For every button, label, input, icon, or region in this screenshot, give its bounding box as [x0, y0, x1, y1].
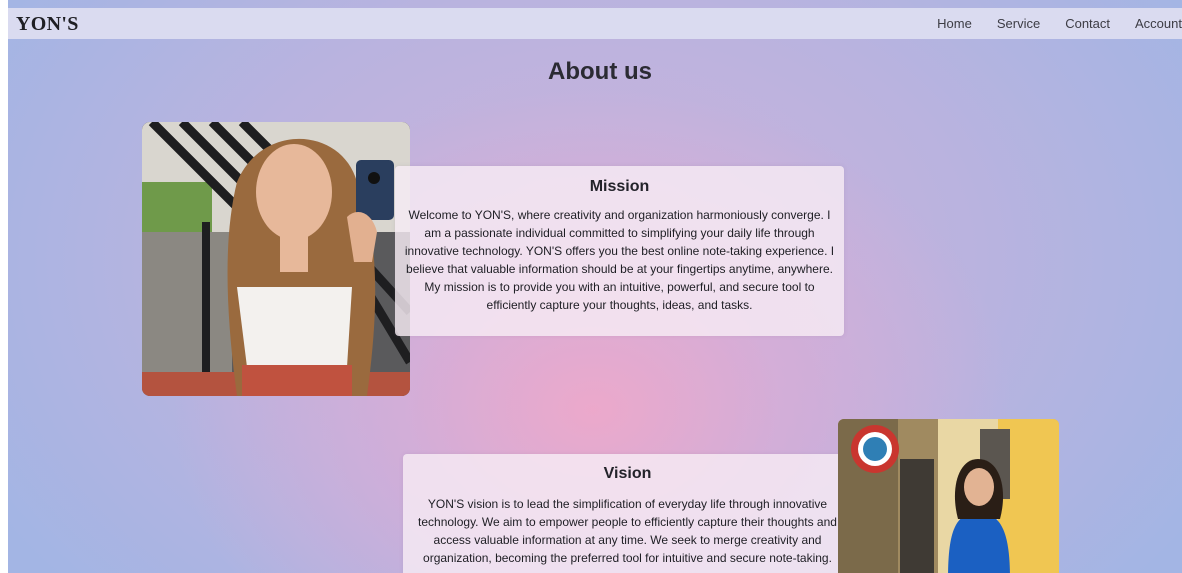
mission-photo-illustration — [142, 122, 410, 396]
navbar: YON'S Home Service Contact Account — [8, 8, 1182, 39]
page-title: About us — [548, 58, 652, 85]
brand-logo[interactable]: YON'S — [16, 13, 79, 36]
nav-link-contact[interactable]: Contact — [1065, 16, 1110, 31]
nav-link-account[interactable]: Account — [1135, 16, 1182, 31]
vision-photo — [838, 419, 1059, 573]
vision-photo-illustration — [838, 419, 1059, 573]
mission-photo — [142, 122, 410, 396]
mission-text: Welcome to YON'S, where creativity and o… — [404, 208, 835, 312]
nav-links: Home Service Contact Account — [912, 8, 1182, 39]
mission-title: Mission — [589, 178, 650, 195]
vision-card: Vision YON'S vision is to lead the simpl… — [403, 454, 852, 573]
nav-link-home[interactable]: Home — [937, 16, 972, 31]
page: YON'S Home Service Contact Account About… — [0, 0, 1182, 573]
mission-card: Mission Welcome to YON'S, where creativi… — [395, 166, 844, 336]
vision-title: Vision — [603, 465, 652, 482]
vision-text: YON'S vision is to lead the simplificati… — [418, 497, 837, 565]
nav-link-service[interactable]: Service — [997, 16, 1040, 31]
